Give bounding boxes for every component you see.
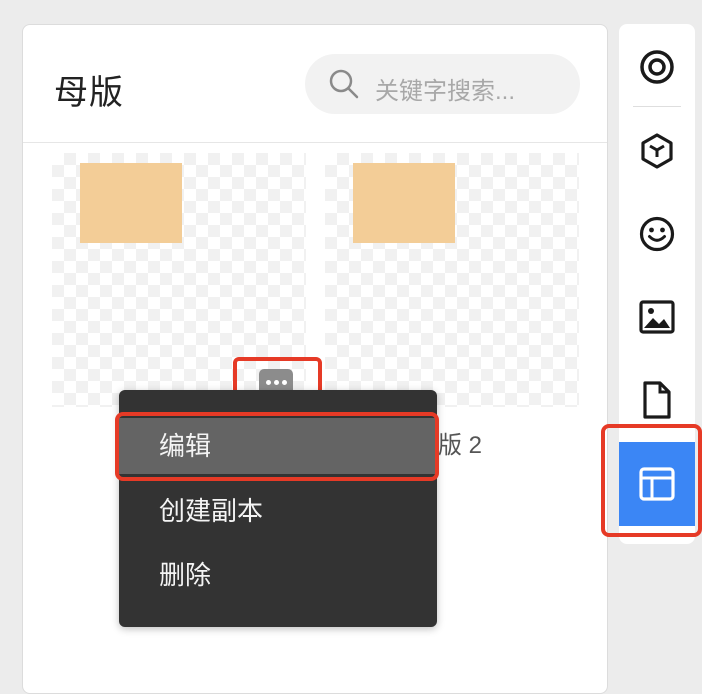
master-thumbnail-shape	[353, 163, 455, 243]
rail-button-component[interactable]	[619, 116, 695, 186]
rail-button-target[interactable]	[619, 32, 695, 102]
master-card-2-label: 版 2	[438, 432, 483, 459]
file-icon	[643, 381, 671, 419]
search-placeholder: 关键字搜索...	[375, 78, 516, 105]
master-thumbnail-shape	[80, 163, 182, 243]
rail-button-image[interactable]	[619, 282, 695, 352]
menu-item-delete[interactable]: 删除	[119, 547, 437, 603]
annotation-highlight-rail	[601, 424, 702, 537]
rail-button-emoji[interactable]	[619, 199, 695, 269]
smiley-icon	[639, 216, 675, 252]
image-icon	[639, 300, 675, 334]
panel-title: 母版	[54, 74, 124, 112]
target-icon	[640, 50, 674, 84]
annotation-highlight-edit	[115, 412, 439, 481]
panel-header: 母版 关键字搜索...	[23, 25, 607, 143]
menu-item-duplicate[interactable]: 创建副本	[119, 483, 437, 539]
rail-divider	[633, 106, 681, 107]
search-icon	[329, 69, 359, 99]
search-input[interactable]: 关键字搜索...	[305, 54, 580, 114]
master-card-2[interactable]	[325, 153, 579, 407]
cube-icon	[641, 133, 673, 169]
